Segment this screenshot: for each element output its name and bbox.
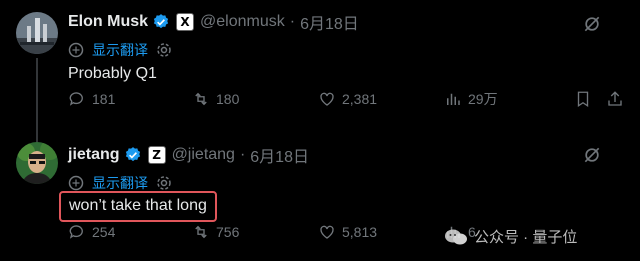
wechat-logo-icon — [444, 227, 468, 247]
verified-badge-icon — [124, 146, 142, 164]
like-icon — [320, 225, 334, 239]
tweet-elonmusk[interactable]: Elon Musk X @elonmusk · 6月18日 显示翻译 Proba… — [0, 0, 640, 128]
retweet-button[interactable]: 756 — [192, 223, 239, 241]
like-icon — [320, 92, 334, 106]
grok-icon[interactable] — [582, 14, 602, 34]
retweet-button[interactable]: 180 — [192, 90, 239, 108]
share-button[interactable] — [606, 90, 630, 108]
show-translation-link[interactable]: 显示翻译 — [68, 173, 172, 193]
like-count: 2,381 — [342, 91, 378, 107]
watermark: 公众号 · 量子位 — [444, 226, 577, 247]
retweet-icon — [195, 225, 207, 239]
reply-count: 254 — [92, 224, 116, 240]
watermark-text: 公众号 · 量子位 — [474, 229, 578, 246]
share-icon — [608, 91, 622, 106]
author-name[interactable]: jietang — [68, 146, 120, 164]
show-translation-label[interactable]: 显示翻译 — [92, 173, 148, 193]
show-translation-label[interactable]: 显示翻译 — [92, 40, 148, 60]
reply-icon — [69, 225, 83, 239]
gear-icon[interactable] — [156, 42, 172, 58]
separator-dot: · — [289, 13, 296, 30]
gear-icon[interactable] — [156, 175, 172, 191]
grok-icon[interactable] — [582, 145, 602, 165]
tweet-date[interactable]: 6月18日 — [300, 10, 359, 34]
avatar[interactable] — [16, 142, 58, 184]
bookmark-button[interactable] — [574, 90, 598, 108]
views-count: 29万 — [468, 91, 498, 107]
translate-icon — [68, 42, 84, 58]
like-button[interactable]: 2,381 — [318, 90, 377, 108]
show-translation-link[interactable]: 显示翻译 — [68, 40, 172, 60]
avatar[interactable] — [16, 12, 58, 54]
tweet-header: Elon Musk X @elonmusk · 6月18日 — [68, 10, 359, 34]
author-handle[interactable]: @elonmusk — [200, 13, 285, 31]
reply-icon — [69, 92, 83, 106]
retweet-icon — [195, 92, 207, 106]
translate-icon — [68, 175, 84, 191]
tweet-header: jietang Z @jietang · 6月18日 — [68, 143, 309, 167]
affiliation-badge[interactable]: Z — [147, 146, 166, 164]
bookmark-icon — [577, 91, 589, 108]
tweet-text: Probably Q1 — [68, 65, 157, 82]
retweet-count: 756 — [216, 224, 240, 240]
author-handle[interactable]: @jietang — [172, 146, 235, 164]
like-button[interactable]: 5,813 — [318, 223, 377, 241]
verified-badge-icon — [152, 13, 170, 31]
tweet-date[interactable]: 6月18日 — [250, 143, 309, 167]
reply-button[interactable]: 181 — [68, 90, 115, 108]
reply-count: 181 — [92, 91, 116, 107]
tweet-text-highlighted: won’t take that long — [59, 191, 217, 222]
affiliation-badge[interactable]: X — [176, 13, 195, 31]
like-count: 5,813 — [342, 224, 378, 240]
reply-button[interactable]: 254 — [68, 223, 115, 241]
views-icon — [447, 93, 460, 105]
views-button[interactable]: 29万 — [444, 89, 498, 109]
separator-dot: · — [239, 146, 246, 163]
author-name[interactable]: Elon Musk — [68, 13, 148, 31]
retweet-count: 180 — [216, 91, 240, 107]
